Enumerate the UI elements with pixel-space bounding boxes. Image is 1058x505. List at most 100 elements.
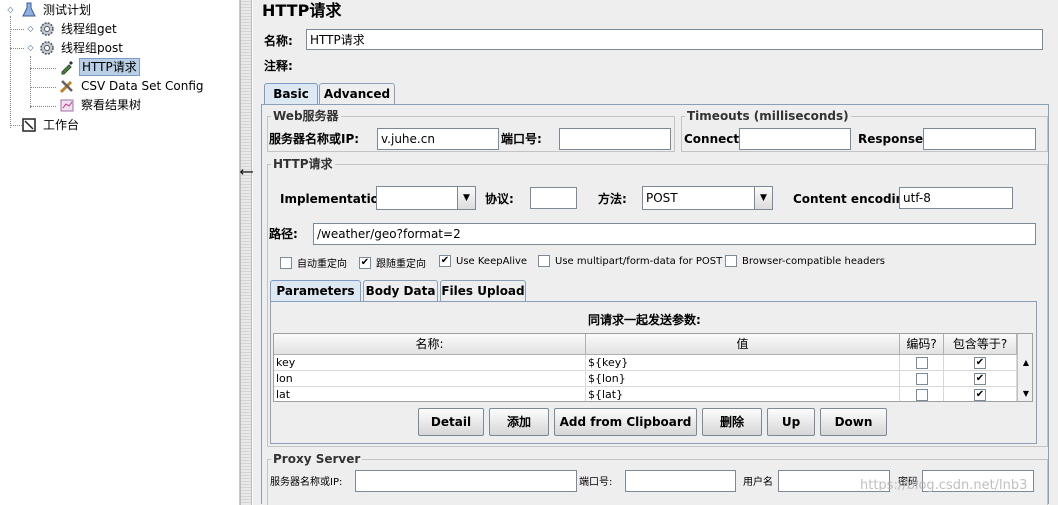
column-header-name[interactable]: 名称: (274, 334, 586, 355)
checkbox-box: ✔ (974, 372, 986, 385)
param-name-cell[interactable]: lon (274, 371, 586, 387)
proxy-username-label: 用户名 (743, 477, 773, 488)
response-timeout-input[interactable] (923, 128, 1036, 150)
scroll-up-icon[interactable]: ▲ (1018, 355, 1032, 371)
add-button[interactable]: 添加 (489, 408, 549, 436)
checkbox-box: ✔ (974, 388, 986, 401)
connect-timeout-input[interactable] (739, 128, 851, 150)
tree-item-thread-group-get[interactable]: 线程组get (38, 20, 119, 38)
method-label: 方法: (598, 192, 627, 206)
add-from-clipboard-button[interactable]: Add from Clipboard (554, 408, 697, 436)
gear-icon (38, 39, 56, 57)
column-header-value[interactable]: 值 (586, 334, 900, 355)
tree-connector (10, 48, 24, 49)
http-request-panel: HTTP请求 名称: HTTP请求 注释: Basic Advanced Web… (253, 0, 1058, 505)
tab-advanced[interactable]: Advanced (319, 83, 395, 105)
param-value-cell[interactable]: ${lat} (586, 387, 900, 401)
expand-handle-icon[interactable]: ◇ (26, 24, 35, 33)
protocol-label: 协议: (485, 192, 514, 206)
workbench-icon (20, 116, 38, 134)
tree-item-workbench[interactable]: 工作台 (20, 116, 81, 134)
connect-label: Connect: (684, 132, 744, 146)
panel-splitter[interactable] (240, 0, 252, 505)
browser-headers-checkbox[interactable]: Browser-compatible headers (725, 255, 885, 267)
tree-connector (30, 56, 31, 108)
server-name-label: 服务器名称或IP: (269, 132, 360, 146)
param-value-cell[interactable]: ${lon} (586, 371, 900, 387)
path-label: 路径: (269, 227, 298, 241)
encode-checkbox[interactable] (900, 387, 944, 401)
content-encoding-input[interactable]: utf-8 (899, 187, 1013, 209)
tree-item-view-results-tree[interactable]: 察看结果树 (58, 96, 143, 114)
tab-parameters[interactable]: Parameters (270, 280, 361, 302)
checkbox-box (915, 356, 928, 369)
column-header-include-equals[interactable]: 包含等于? (944, 334, 1017, 355)
tree-item-test-plan[interactable]: 测试计划 (20, 1, 93, 19)
comment-label: 注释: (264, 59, 293, 73)
tools-icon (58, 77, 76, 95)
response-label: Response: (858, 132, 928, 146)
comment-field[interactable] (306, 54, 1043, 75)
checkbox-box (915, 388, 928, 401)
encode-checkbox[interactable] (900, 371, 944, 387)
test-plan-tree[interactable]: ◇ ◇ ◇ 测试计划 线程组get 线程组post HTTP请求 CSV Dat… (0, 0, 240, 505)
tree-connector (10, 16, 11, 128)
checkbox-box (538, 255, 550, 267)
protocol-input[interactable] (530, 187, 577, 209)
include-equals-checkbox[interactable]: ✔ (944, 371, 1017, 387)
web-server-title: Web服务器 (271, 109, 341, 123)
table-scrollbar[interactable]: ▲ ▼ (1017, 334, 1032, 401)
keepalive-checkbox[interactable]: ✔ Use KeepAlive (439, 255, 527, 267)
http-request-title: HTTP请求 (271, 157, 335, 171)
checkbox-box (915, 372, 928, 385)
parameters-table[interactable]: 名称: 值 编码? 包含等于? key ${key} ✔ lon ${lon} … (273, 333, 1033, 402)
implementation-select[interactable]: ▼ (376, 186, 476, 210)
auto-redirect-checkbox[interactable]: 自动重定向 (280, 255, 347, 270)
delete-button[interactable]: 删除 (702, 408, 762, 436)
down-button[interactable]: Down (820, 408, 887, 436)
checkbox-box: ✔ (974, 356, 986, 369)
tab-body-data[interactable]: Body Data (363, 280, 438, 302)
proxy-server-title: Proxy Server (271, 452, 363, 466)
tree-item-csv-data-set-config[interactable]: CSV Data Set Config (58, 77, 206, 95)
tree-item-thread-group-post[interactable]: 线程组post (38, 39, 125, 57)
tree-item-http-request[interactable]: HTTP请求 (58, 58, 140, 76)
include-equals-checkbox[interactable]: ✔ (944, 387, 1017, 401)
include-equals-checkbox[interactable]: ✔ (944, 355, 1017, 371)
encode-checkbox[interactable] (900, 355, 944, 371)
pipette-icon (58, 58, 76, 76)
checkbox-box: ✔ (359, 256, 371, 269)
tab-basic[interactable]: Basic (264, 83, 318, 105)
chart-icon (58, 96, 76, 114)
collapse-handle-icon[interactable]: ◇ (26, 43, 35, 52)
server-name-input[interactable]: v.juhe.cn (377, 128, 499, 150)
checkbox-box (725, 255, 737, 267)
proxy-port-label: 端口号: (579, 477, 613, 488)
port-label: 端口号: (501, 132, 542, 146)
page-title: HTTP请求 (262, 1, 342, 20)
path-input[interactable]: /weather/geo?format=2 (313, 223, 1036, 245)
watermark: https://blog.csdn.net/lnb3 (860, 478, 1028, 493)
column-header-encode[interactable]: 编码? (900, 334, 944, 355)
tab-files-upload[interactable]: Files Upload (440, 280, 526, 302)
param-name-cell[interactable]: key (274, 355, 586, 371)
detail-button[interactable]: Detail (418, 408, 484, 436)
name-label: 名称: (264, 34, 293, 48)
tree-connector (30, 106, 56, 107)
timeouts-title: Timeouts (milliseconds) (685, 109, 851, 123)
name-field[interactable]: HTTP请求 (306, 29, 1043, 50)
scroll-down-icon[interactable]: ▼ (1018, 386, 1032, 401)
multipart-checkbox[interactable]: Use multipart/form-data for POST (538, 255, 722, 267)
proxy-server-label: 服务器名称或IP: (270, 477, 343, 488)
port-input[interactable] (559, 128, 671, 150)
proxy-server-input[interactable] (355, 470, 577, 492)
collapse-handle-icon[interactable]: ◇ (6, 5, 15, 14)
checkbox-box: ✔ (439, 255, 451, 267)
up-button[interactable]: Up (767, 408, 815, 436)
param-name-cell[interactable]: lat (274, 387, 586, 401)
proxy-port-input[interactable] (625, 470, 736, 492)
method-select[interactable]: POST ▼ (642, 186, 773, 210)
param-value-cell[interactable]: ${key} (586, 355, 900, 371)
tree-connector (30, 87, 56, 88)
follow-redirects-checkbox[interactable]: ✔ 跟随重定向 (359, 255, 426, 270)
